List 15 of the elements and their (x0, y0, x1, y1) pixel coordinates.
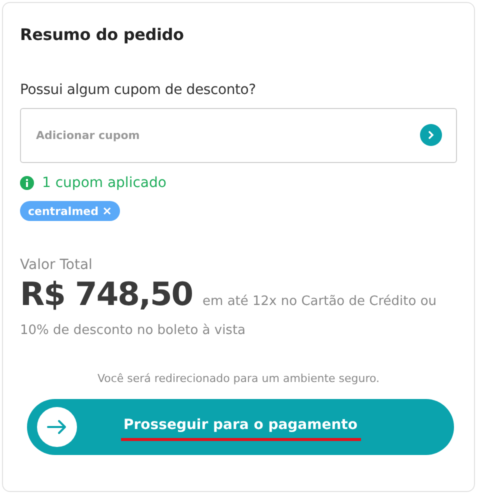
coupon-question: Possui algum cupom de desconto? (20, 82, 257, 98)
arrow-right-icon (37, 407, 77, 447)
payment-terms: em até 12x no Cartão de Crédito ou (202, 294, 437, 309)
coupon-field[interactable]: Adicionar cupom (20, 108, 457, 163)
card-title: Resumo do pedido (20, 25, 185, 44)
info-icon (20, 176, 34, 190)
remove-coupon-button[interactable]: ✕ (102, 204, 112, 218)
chevron-right-icon (426, 130, 436, 140)
redirect-note: Você será redirecionado para um ambiente seguro. (96, 372, 381, 385)
total-price: R$ 748,50 (20, 275, 193, 313)
coupon-code: centralmed (28, 204, 98, 218)
payment-terms: 10% de desconto no boleto à vista (20, 323, 247, 338)
total-label: Valor Total (20, 257, 94, 273)
proceed-to-payment-button[interactable]: Prosseguir para o pagamento (27, 399, 454, 455)
coupon-status: 1 cupom aplicado (42, 175, 166, 191)
